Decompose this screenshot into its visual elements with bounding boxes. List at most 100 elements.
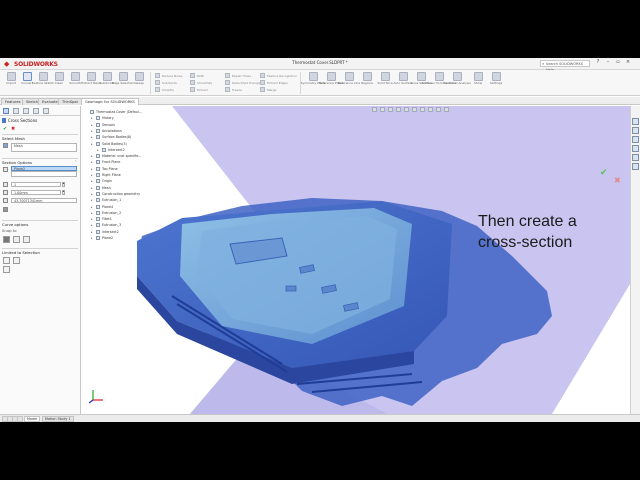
expand-toggle-icon[interactable]: ▸ [91, 205, 94, 209]
tree-item[interactable]: ▸ History [91, 115, 114, 121]
plane-selection-list[interactable] [11, 171, 77, 177]
command-reference-plane-button[interactable]: Reference Plane [319, 72, 343, 85]
expand-toggle-icon[interactable]: ▸ [91, 230, 94, 234]
view-palette-icon[interactable] [632, 145, 639, 152]
command-small-item[interactable]: Extract Edges [260, 80, 288, 85]
command-small-item[interactable]: Simplify [155, 87, 174, 92]
tree-item[interactable]: ▸ Intersect2 [91, 229, 119, 235]
command-small-item[interactable]: Extract [190, 87, 208, 92]
expand-toggle-icon[interactable]: ▸ [91, 179, 94, 183]
custom-properties-icon[interactable] [632, 163, 639, 170]
offset-field[interactable]: 43.70071341mm [11, 198, 77, 203]
command-small-item[interactable]: Detect/Set Triangles [225, 80, 262, 85]
ok-check-icon[interactable]: ✔ [3, 126, 7, 132]
close-button[interactable]: × [624, 59, 632, 65]
tree-item[interactable]: ▸ Front Plane [91, 159, 120, 165]
select-arrow-alt-icon[interactable] [13, 257, 20, 264]
edit-appearance-icon[interactable] [428, 107, 433, 112]
expand-toggle-icon[interactable]: ▸ [91, 160, 94, 164]
property-manager-tab-icon[interactable] [13, 108, 19, 114]
count-field[interactable]: 1 [11, 182, 61, 187]
pointer-icon[interactable] [3, 266, 10, 273]
minimize-button[interactable]: – [604, 59, 612, 65]
command-feature-sketch-button[interactable]: Feature Sketch [32, 72, 54, 85]
expand-toggle-icon[interactable]: ▸ [91, 154, 94, 158]
view-settings-icon[interactable] [444, 107, 449, 112]
command-import-button[interactable]: Import [3, 72, 19, 85]
command-clean-button[interactable]: Clean [51, 72, 67, 85]
tree-item[interactable]: ▸ Material <not specifie... [91, 153, 141, 159]
cancel-x-icon[interactable]: ✖ [11, 126, 15, 132]
expand-toggle-icon[interactable]: ▸ [91, 173, 94, 177]
reverse-direction-icon[interactable] [3, 207, 8, 212]
command-small-item[interactable]: Merge [260, 87, 276, 92]
view-orientation-icon[interactable] [404, 107, 409, 112]
tree-item[interactable]: ▸ Intersect2 [97, 147, 125, 153]
command-auto-surface-button[interactable]: Auto Surface [393, 72, 413, 85]
nav-last-icon[interactable] [17, 416, 23, 422]
snap-option-3-button[interactable] [23, 236, 30, 243]
tree-item[interactable]: ▸ Plane4 [91, 204, 113, 210]
appearances-icon[interactable] [632, 154, 639, 161]
tree-item[interactable]: ▸ Extrusion_2 [91, 210, 121, 216]
tree-item[interactable]: ▸ Surface Bodies(8) [91, 134, 131, 140]
tab-geomagic-for-solidworks[interactable]: Geomagic for SOLIDWORKS [81, 98, 139, 105]
help-icon[interactable]: ? [594, 59, 602, 65]
expand-toggle-icon[interactable]: ▸ [91, 211, 94, 215]
expand-toggle-icon[interactable]: ▸ [91, 223, 94, 227]
confirm-ok-corner-icon[interactable]: ✔ [600, 168, 608, 178]
resources-icon[interactable] [632, 118, 639, 125]
tree-item[interactable]: ▸ Origin [91, 178, 112, 184]
command-sweep-button[interactable]: Sweep [131, 72, 147, 85]
command-small-item[interactable]: Subdivide [155, 80, 177, 85]
spacing-field[interactable]: 1.00mm [11, 190, 61, 195]
expand-toggle-icon[interactable]: ▸ [91, 236, 94, 240]
search-help-input[interactable]: ⌕ Search SOLIDWORKS Help [540, 60, 590, 72]
previous-view-icon[interactable] [388, 107, 393, 112]
command-small-item[interactable]: Repair Holes [225, 73, 251, 78]
expand-toggle-icon[interactable]: ▸ [91, 186, 94, 190]
apply-scene-icon[interactable] [436, 107, 441, 112]
expand-toggle-icon[interactable]: ▸ [91, 116, 94, 120]
design-library-icon[interactable] [632, 127, 639, 134]
command-reference-line-button[interactable]: Reference Line [338, 72, 360, 85]
feature-manager-tab-icon[interactable] [3, 108, 9, 114]
expand-toggle-icon[interactable]: ▸ [91, 167, 94, 171]
tree-item[interactable]: ▸ Sensors [91, 122, 115, 128]
tab-thinspot[interactable]: ThinSpot [58, 98, 82, 105]
expand-toggle-icon[interactable]: ▸ [91, 142, 94, 146]
dimxpert-tab-icon[interactable] [33, 108, 39, 114]
zoom-to-fit-icon[interactable] [372, 107, 377, 112]
tree-item[interactable]: ▸ Construction geometry [91, 191, 140, 197]
tree-item[interactable]: ▸ Plane2 [91, 235, 113, 241]
tree-item[interactable]: ▸ Extrusion_1 [91, 197, 121, 203]
collapse-chevron-icon[interactable]: ⌃ [74, 160, 77, 164]
command-extract-mesh-button[interactable]: Extract Mesh [81, 72, 101, 85]
tree-item[interactable]: ▸ Extrusion_3 [91, 222, 121, 228]
graphics-area[interactable]: Thermostat Cover (Defaul... ▸ History ▸ Sens… [82, 106, 630, 414]
expand-toggle-icon[interactable]: ▸ [91, 123, 94, 127]
display-style-icon[interactable] [412, 107, 417, 112]
tree-item[interactable]: ▸ Fillet1 [91, 216, 112, 222]
tree-item[interactable]: ▸ Mesh [91, 185, 111, 191]
expand-toggle-icon[interactable]: ▸ [91, 129, 94, 133]
configuration-manager-tab-icon[interactable] [23, 108, 29, 114]
tab-features[interactable]: Features [1, 98, 25, 105]
section-view-icon[interactable] [396, 107, 401, 112]
count-spinner[interactable]: ▴ [62, 182, 65, 187]
confirm-cancel-corner-icon[interactable]: ✖ [614, 176, 621, 185]
command-solid-slice-button[interactable]: Solid Slice [377, 72, 393, 85]
command-small-item[interactable]: Feature Recognition [260, 73, 297, 78]
command-small-item[interactable]: Freeze [225, 87, 242, 92]
command-edge-selection-button[interactable]: Edge Selection [112, 72, 134, 85]
command-regions-button[interactable]: Regions [359, 72, 375, 85]
tree-item[interactable]: ▸ Right Plane [91, 172, 121, 178]
select-arrow-icon[interactable] [3, 257, 10, 264]
command-small-item[interactable]: Reduce Noise [155, 73, 182, 78]
expand-toggle-icon[interactable]: ▸ [91, 135, 94, 139]
expand-toggle-icon[interactable]: ▸ [91, 198, 94, 202]
bottom-tab-model[interactable]: Model [24, 416, 41, 422]
tree-item[interactable]: Thermostat Cover (Defaul... [85, 109, 142, 115]
file-explorer-icon[interactable] [632, 136, 639, 143]
tree-item[interactable]: ▸ Annotations [91, 128, 122, 134]
